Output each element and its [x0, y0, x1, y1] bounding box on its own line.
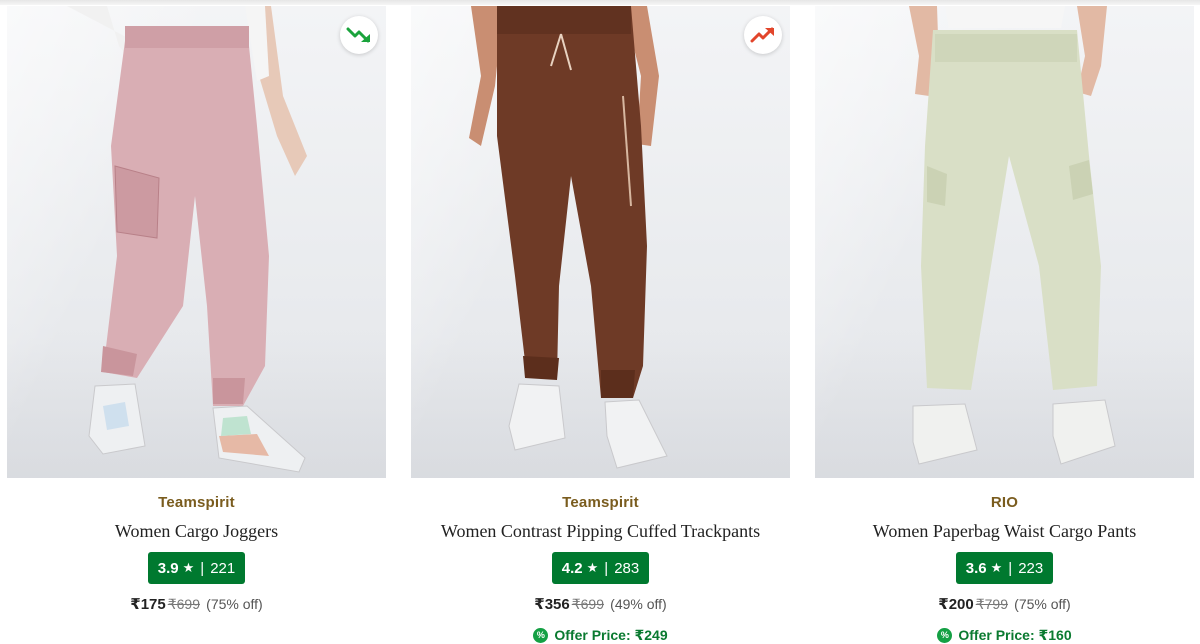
rating-badge: 4.2 ★ | 283: [551, 552, 650, 584]
discount-percent: (49% off): [610, 596, 667, 612]
rating-separator: |: [1008, 559, 1013, 577]
rating-value: 3.9: [157, 559, 179, 577]
product-card[interactable]: Teamspirit Women Contrast Pipping Cuffed…: [411, 6, 790, 643]
trend-down-icon[interactable]: [340, 16, 378, 54]
offer-price: % Offer Price: ₹249: [533, 626, 668, 644]
product-brand[interactable]: Teamspirit: [7, 494, 386, 512]
product-grid: Teamspirit Women Cargo Joggers 3.9 ★ | 2…: [0, 0, 1200, 643]
price-row: ₹175 ₹699 (75% off): [7, 594, 386, 614]
discount-percent: (75% off): [206, 596, 263, 612]
offer-price-text: Offer Price: ₹160: [958, 626, 1072, 643]
rating-value: 3.6: [965, 559, 987, 577]
selling-price: ₹175: [130, 596, 166, 613]
rating-separator: |: [200, 559, 205, 577]
joggers-photo: [67, 6, 307, 473]
price-row: ₹356 ₹699 (49% off): [411, 594, 790, 614]
cargo-pants-photo: [909, 6, 1116, 465]
mrp-price: ₹799: [975, 596, 1008, 612]
selling-price: ₹200: [938, 596, 974, 613]
product-title[interactable]: Women Contrast Pipping Cuffed Trackpants: [411, 520, 790, 542]
product-brand[interactable]: RIO: [815, 494, 1194, 512]
product-image[interactable]: [7, 6, 386, 478]
selling-price: ₹356: [534, 596, 570, 613]
product-image[interactable]: [815, 6, 1194, 478]
product-title[interactable]: Women Paperbag Waist Cargo Pants: [815, 520, 1194, 542]
product-title[interactable]: Women Cargo Joggers: [7, 520, 386, 542]
mrp-price: ₹699: [167, 596, 200, 612]
product-brand[interactable]: Teamspirit: [411, 494, 790, 512]
rating-count: 223: [1018, 559, 1044, 577]
rating-value: 4.2: [561, 559, 583, 577]
trend-up-icon[interactable]: [744, 16, 782, 54]
star-icon: ★: [586, 560, 599, 575]
trackpants-photo: [469, 6, 668, 469]
discount-percent: (75% off): [1014, 596, 1071, 612]
star-icon: ★: [182, 560, 195, 575]
rating-badge: 3.6 ★ | 223: [955, 552, 1054, 584]
offer-price: % Offer Price: ₹160: [937, 626, 1072, 644]
mrp-price: ₹699: [571, 596, 604, 612]
star-icon: ★: [990, 560, 1003, 575]
product-image[interactable]: [411, 6, 790, 478]
offer-percent-icon: %: [533, 627, 549, 643]
product-card[interactable]: RIO Women Paperbag Waist Cargo Pants 3.6…: [815, 6, 1194, 643]
rating-count: 221: [210, 559, 236, 577]
product-card[interactable]: Teamspirit Women Cargo Joggers 3.9 ★ | 2…: [7, 6, 386, 643]
offer-price-text: Offer Price: ₹249: [554, 626, 668, 643]
rating-count: 283: [614, 559, 640, 577]
rating-separator: |: [604, 559, 609, 577]
rating-badge: 3.9 ★ | 221: [147, 552, 246, 584]
offer-percent-icon: %: [937, 627, 953, 643]
price-row: ₹200 ₹799 (75% off): [815, 594, 1194, 614]
